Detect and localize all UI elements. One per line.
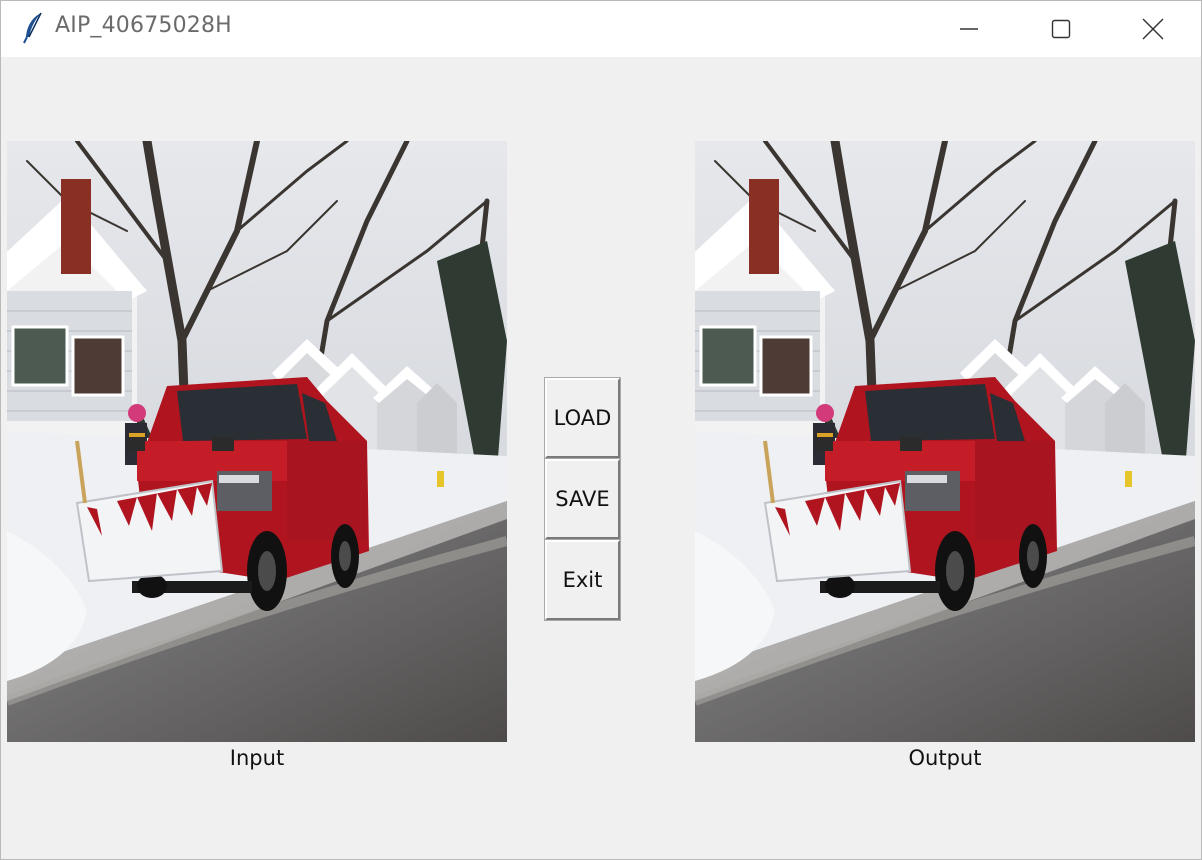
close-button[interactable] — [1107, 1, 1199, 57]
exit-button[interactable]: Exit — [544, 539, 621, 621]
input-image — [7, 141, 507, 742]
title-bar[interactable]: AIP_40675028H — [1, 1, 1201, 57]
load-button[interactable]: LOAD — [544, 377, 621, 459]
minimize-button[interactable] — [923, 1, 1015, 57]
input-label: Input — [229, 746, 285, 770]
feather-icon — [21, 11, 47, 45]
output-image — [695, 141, 1195, 742]
app-window: AIP_40675028H Input Output LOAD SAVE Exi… — [0, 0, 1202, 860]
output-image-scene — [695, 141, 1195, 742]
window-title: AIP_40675028H — [55, 13, 232, 38]
input-image-scene — [7, 141, 507, 742]
maximize-button[interactable] — [1015, 1, 1107, 57]
output-label: Output — [908, 746, 982, 770]
save-button[interactable]: SAVE — [544, 458, 621, 540]
